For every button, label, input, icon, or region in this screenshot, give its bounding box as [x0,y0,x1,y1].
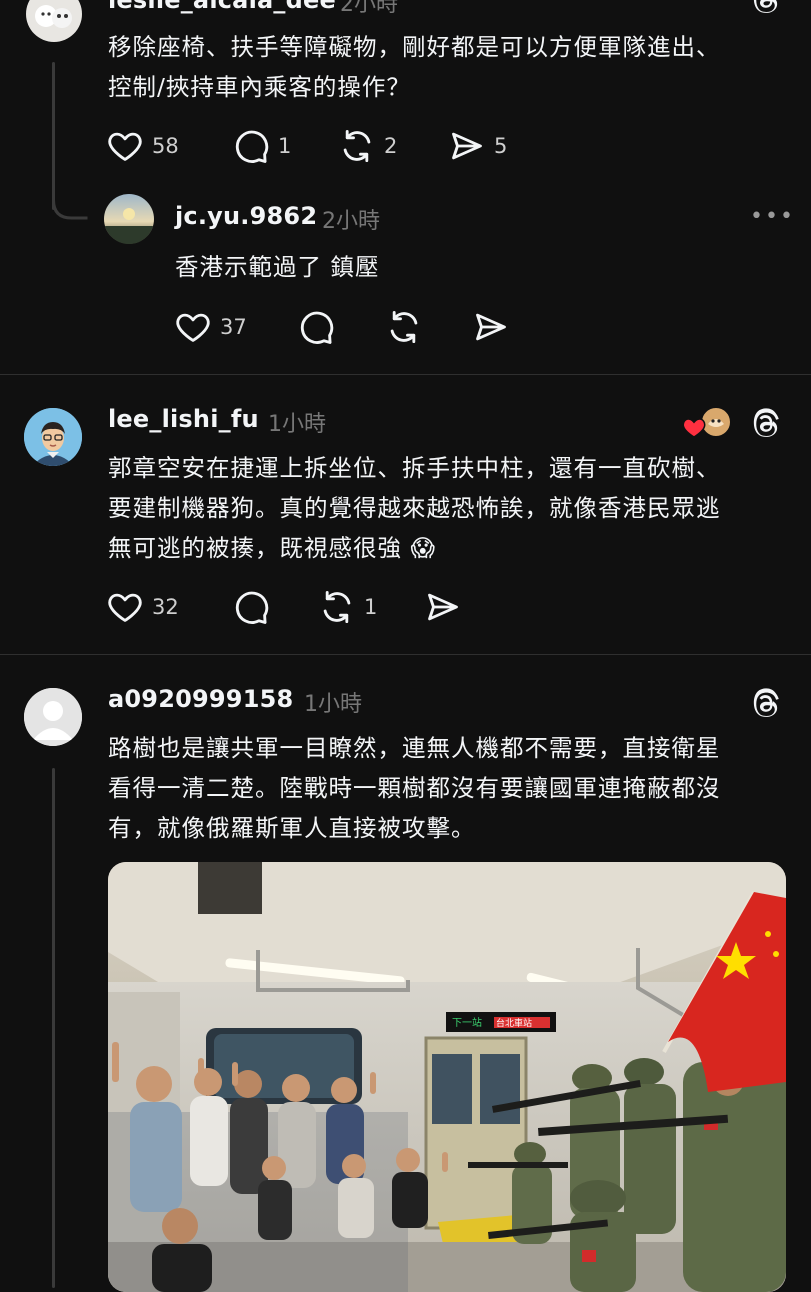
post-3-time: 1小時 [304,692,362,717]
post-2-text-line-1: 郭章空安在捷運上拆坐位、拆手扶中柱，還有一直砍樹、 [108,454,721,482]
like-count: 32 [152,595,179,619]
like-button[interactable]: 58 [106,126,179,166]
like-count: 37 [220,315,247,339]
post-2-time: 1小時 [268,412,326,437]
post-3-text-line-3: 有，就像俄羅斯軍人直接被攻擊。 [108,814,476,842]
post-2-text: 郭章空安在捷運上拆坐位、拆手扶中柱，還有一直砍樹、 要建制機器狗。真的覺得越來越… [108,448,798,568]
repost-count: 1 [364,595,378,619]
liked-by-indicator[interactable] [682,406,736,442]
post-1-time: 2小時 [340,0,398,17]
post-2-actions: 32 1 [106,587,486,627]
post-2-username[interactable]: lee_lishi_fu [108,405,259,433]
post-3-image[interactable]: 下一站 台北車站 [108,862,786,1292]
post-3-text-line-2: 看得一清二楚。陸戰時一顆樹都沒有要讓國軍連掩蔽都沒 [108,774,721,802]
comment-icon [297,308,335,346]
post-3-text-line-1: 路樹也是讓共軍一目瞭然，連無人機都不需要，直接衛星 [108,734,721,762]
repost-icon [338,127,376,165]
repost-icon [385,308,423,346]
like-button[interactable]: 32 [106,587,179,627]
post-1-actions: 58 1 2 5 [106,126,606,166]
post-2-text-line-2: 要建制機器狗。真的覺得越來越恐怖誒，就像香港民眾逃 [108,494,721,522]
post-2-text-line-3: 無可逃的被揍，既視感很強 😱 [108,534,436,562]
heart-icon [106,127,144,165]
like-button[interactable]: 37 [174,307,247,347]
red-heart-icon [682,418,706,438]
send-icon [424,588,462,626]
reply-1-actions: 37 [174,307,554,347]
comment-icon [232,588,270,626]
more-options-button[interactable]: ••• [750,204,795,229]
post-1-text-line-2: 控制/挾持車內乘客的操作？ [108,73,411,101]
threads-logo-icon[interactable] [748,0,784,18]
post-3-avatar[interactable] [24,688,82,746]
heart-icon [174,308,212,346]
reply-1-text: 香港示範過了 鎮壓 [175,253,380,281]
repost-button[interactable] [385,307,423,347]
reply-1-time: 2小時 [322,209,380,234]
train-sign-station: 台北車站 [496,1017,532,1029]
repost-count: 2 [384,134,398,158]
post-1-text-line-1: 移除座椅、扶手等障礙物，剛好都是可以方便軍隊進出、 [108,33,721,61]
post-3-username[interactable]: a0920999158 [108,685,293,713]
reply-count: 1 [278,134,292,158]
metro-scene-illustration: 下一站 台北車站 [108,862,786,1292]
post-1-text: 移除座椅、扶手等障礙物，剛好都是可以方便軍隊進出、 控制/挾持車內乘客的操作？ [108,27,798,107]
reply-1-avatar[interactable] [104,194,154,244]
train-sign-next-stop: 下一站 [452,1016,482,1029]
reply-1-username[interactable]: jc.yu.9862 [175,202,317,230]
reply-button[interactable]: 1 [232,126,291,166]
reply-button[interactable] [297,307,335,347]
post-1-username[interactable]: leslie_alcala_dee [108,0,336,14]
thread-connector-line [52,768,55,1288]
comment-icon [232,127,270,165]
post-1-avatar[interactable] [26,0,82,42]
share-button[interactable] [424,587,462,627]
post-divider [0,654,811,655]
share-button[interactable] [472,307,510,347]
send-icon [448,127,486,165]
share-button[interactable]: 5 [448,126,507,166]
heart-icon [106,588,144,626]
thread-connector-curve [52,190,88,220]
repost-button[interactable]: 2 [338,126,397,166]
threads-logo-icon[interactable] [748,406,784,442]
share-count: 5 [494,134,508,158]
thread-connector-line [52,62,55,210]
threads-logo-icon[interactable] [748,686,784,722]
post-divider [0,374,811,375]
post-2-avatar[interactable] [24,408,82,466]
repost-button[interactable]: 1 [318,587,377,627]
send-icon [472,308,510,346]
post-3-text: 路樹也是讓共軍一目瞭然，連無人機都不需要，直接衛星 看得一清二楚。陸戰時一顆樹都… [108,728,798,848]
like-count: 58 [152,134,179,158]
reply-button[interactable] [232,587,270,627]
repost-icon [318,588,356,626]
